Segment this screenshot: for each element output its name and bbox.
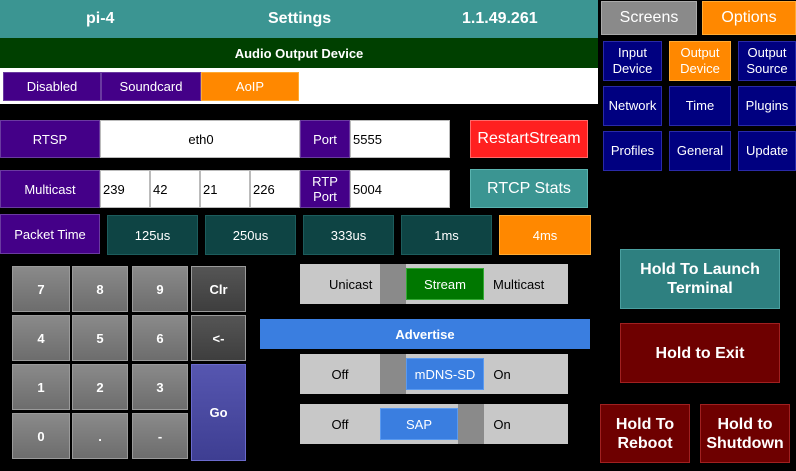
packet-time-333us[interactable]: 333us xyxy=(303,215,394,255)
rtsp-label: RTSP xyxy=(0,120,100,158)
rtp-port-label: RTP Port xyxy=(300,170,350,208)
stream-knob-face[interactable]: Stream xyxy=(406,268,484,300)
host-name: pi-4 xyxy=(86,10,115,27)
nav-output-device[interactable]: Output Device xyxy=(669,41,731,81)
multicast-octet-3[interactable]: 21 xyxy=(200,170,250,208)
key-2[interactable]: 2 xyxy=(72,364,128,410)
packet-time-4ms[interactable]: 4ms xyxy=(499,215,591,255)
audio-aoip-button[interactable]: AoIP xyxy=(201,72,299,101)
nav-profiles[interactable]: Profiles xyxy=(603,131,662,171)
stream-track xyxy=(380,264,406,304)
sap-on-label: On xyxy=(493,416,511,432)
multicast-option-label: Multicast xyxy=(493,276,545,292)
tab-screens[interactable]: Screens xyxy=(601,1,697,35)
port-field[interactable]: 5555 xyxy=(350,120,450,158)
exit-button[interactable]: Hold to Exit xyxy=(620,323,780,383)
page-title: Settings xyxy=(268,10,332,27)
mdns-on-label: On xyxy=(493,366,511,382)
packet-time-1ms[interactable]: 1ms xyxy=(401,215,492,255)
key-dot[interactable]: . xyxy=(72,413,128,459)
multicast-label: Multicast xyxy=(0,170,100,208)
packet-time-125us[interactable]: 125us xyxy=(107,215,198,255)
sap-track xyxy=(458,404,484,444)
restart-stream-button[interactable]: RestartStream xyxy=(470,120,588,158)
shutdown-button[interactable]: Hold to Shutdown xyxy=(700,404,790,463)
key-0[interactable]: 0 xyxy=(12,413,70,459)
mdns-track xyxy=(380,354,406,394)
key-4[interactable]: 4 xyxy=(12,315,70,361)
audio-soundcard-button[interactable]: Soundcard xyxy=(101,72,201,101)
audio-output-title: Audio Output Device xyxy=(0,38,598,68)
key-7[interactable]: 7 xyxy=(12,266,70,312)
advertise-title: Advertise xyxy=(260,319,590,349)
launch-terminal-button[interactable]: Hold To Launch Terminal xyxy=(620,249,780,309)
key-go[interactable]: Go xyxy=(191,364,246,461)
port-label: Port xyxy=(300,120,350,158)
rtp-port-field[interactable]: 5004 xyxy=(350,170,450,208)
unicast-label: Unicast xyxy=(329,276,373,292)
nav-network[interactable]: Network xyxy=(603,86,662,126)
nav-output-source[interactable]: Output Source xyxy=(738,41,796,81)
nav-time[interactable]: Time xyxy=(669,86,731,126)
tab-options[interactable]: Options xyxy=(702,1,796,35)
key-clear[interactable]: Clr xyxy=(191,266,246,312)
nav-general[interactable]: General xyxy=(669,131,731,171)
key-backspace[interactable]: <- xyxy=(191,315,246,361)
mdns-off-label: Off xyxy=(331,366,349,382)
sap-knob[interactable]: SAP xyxy=(380,408,458,440)
nav-input-device[interactable]: Input Device xyxy=(603,41,662,81)
multicast-octet-1[interactable]: 239 xyxy=(100,170,150,208)
mdns-knob[interactable]: mDNS-SD xyxy=(406,358,484,390)
key-8[interactable]: 8 xyxy=(72,266,128,312)
key-6[interactable]: 6 xyxy=(132,315,188,361)
multicast-octet-2[interactable]: 42 xyxy=(150,170,200,208)
key-minus[interactable]: - xyxy=(132,413,188,459)
reboot-button[interactable]: Hold To Reboot xyxy=(600,404,690,463)
key-3[interactable]: 3 xyxy=(132,364,188,410)
version-label: 1.1.49.261 xyxy=(462,10,538,27)
multicast-octet-4[interactable]: 226 xyxy=(250,170,300,208)
key-1[interactable]: 1 xyxy=(12,364,70,410)
nav-update[interactable]: Update xyxy=(738,131,796,171)
rtsp-interface-field[interactable]: eth0 xyxy=(100,120,300,158)
packet-time-250us[interactable]: 250us xyxy=(205,215,296,255)
nav-plugins[interactable]: Plugins xyxy=(738,86,796,126)
key-9[interactable]: 9 xyxy=(132,266,188,312)
audio-disabled-button[interactable]: Disabled xyxy=(3,72,101,101)
packet-time-label: Packet Time xyxy=(0,214,100,254)
sap-off-label: Off xyxy=(331,416,349,432)
key-5[interactable]: 5 xyxy=(72,315,128,361)
rtcp-stats-button[interactable]: RTCP Stats xyxy=(470,169,588,208)
